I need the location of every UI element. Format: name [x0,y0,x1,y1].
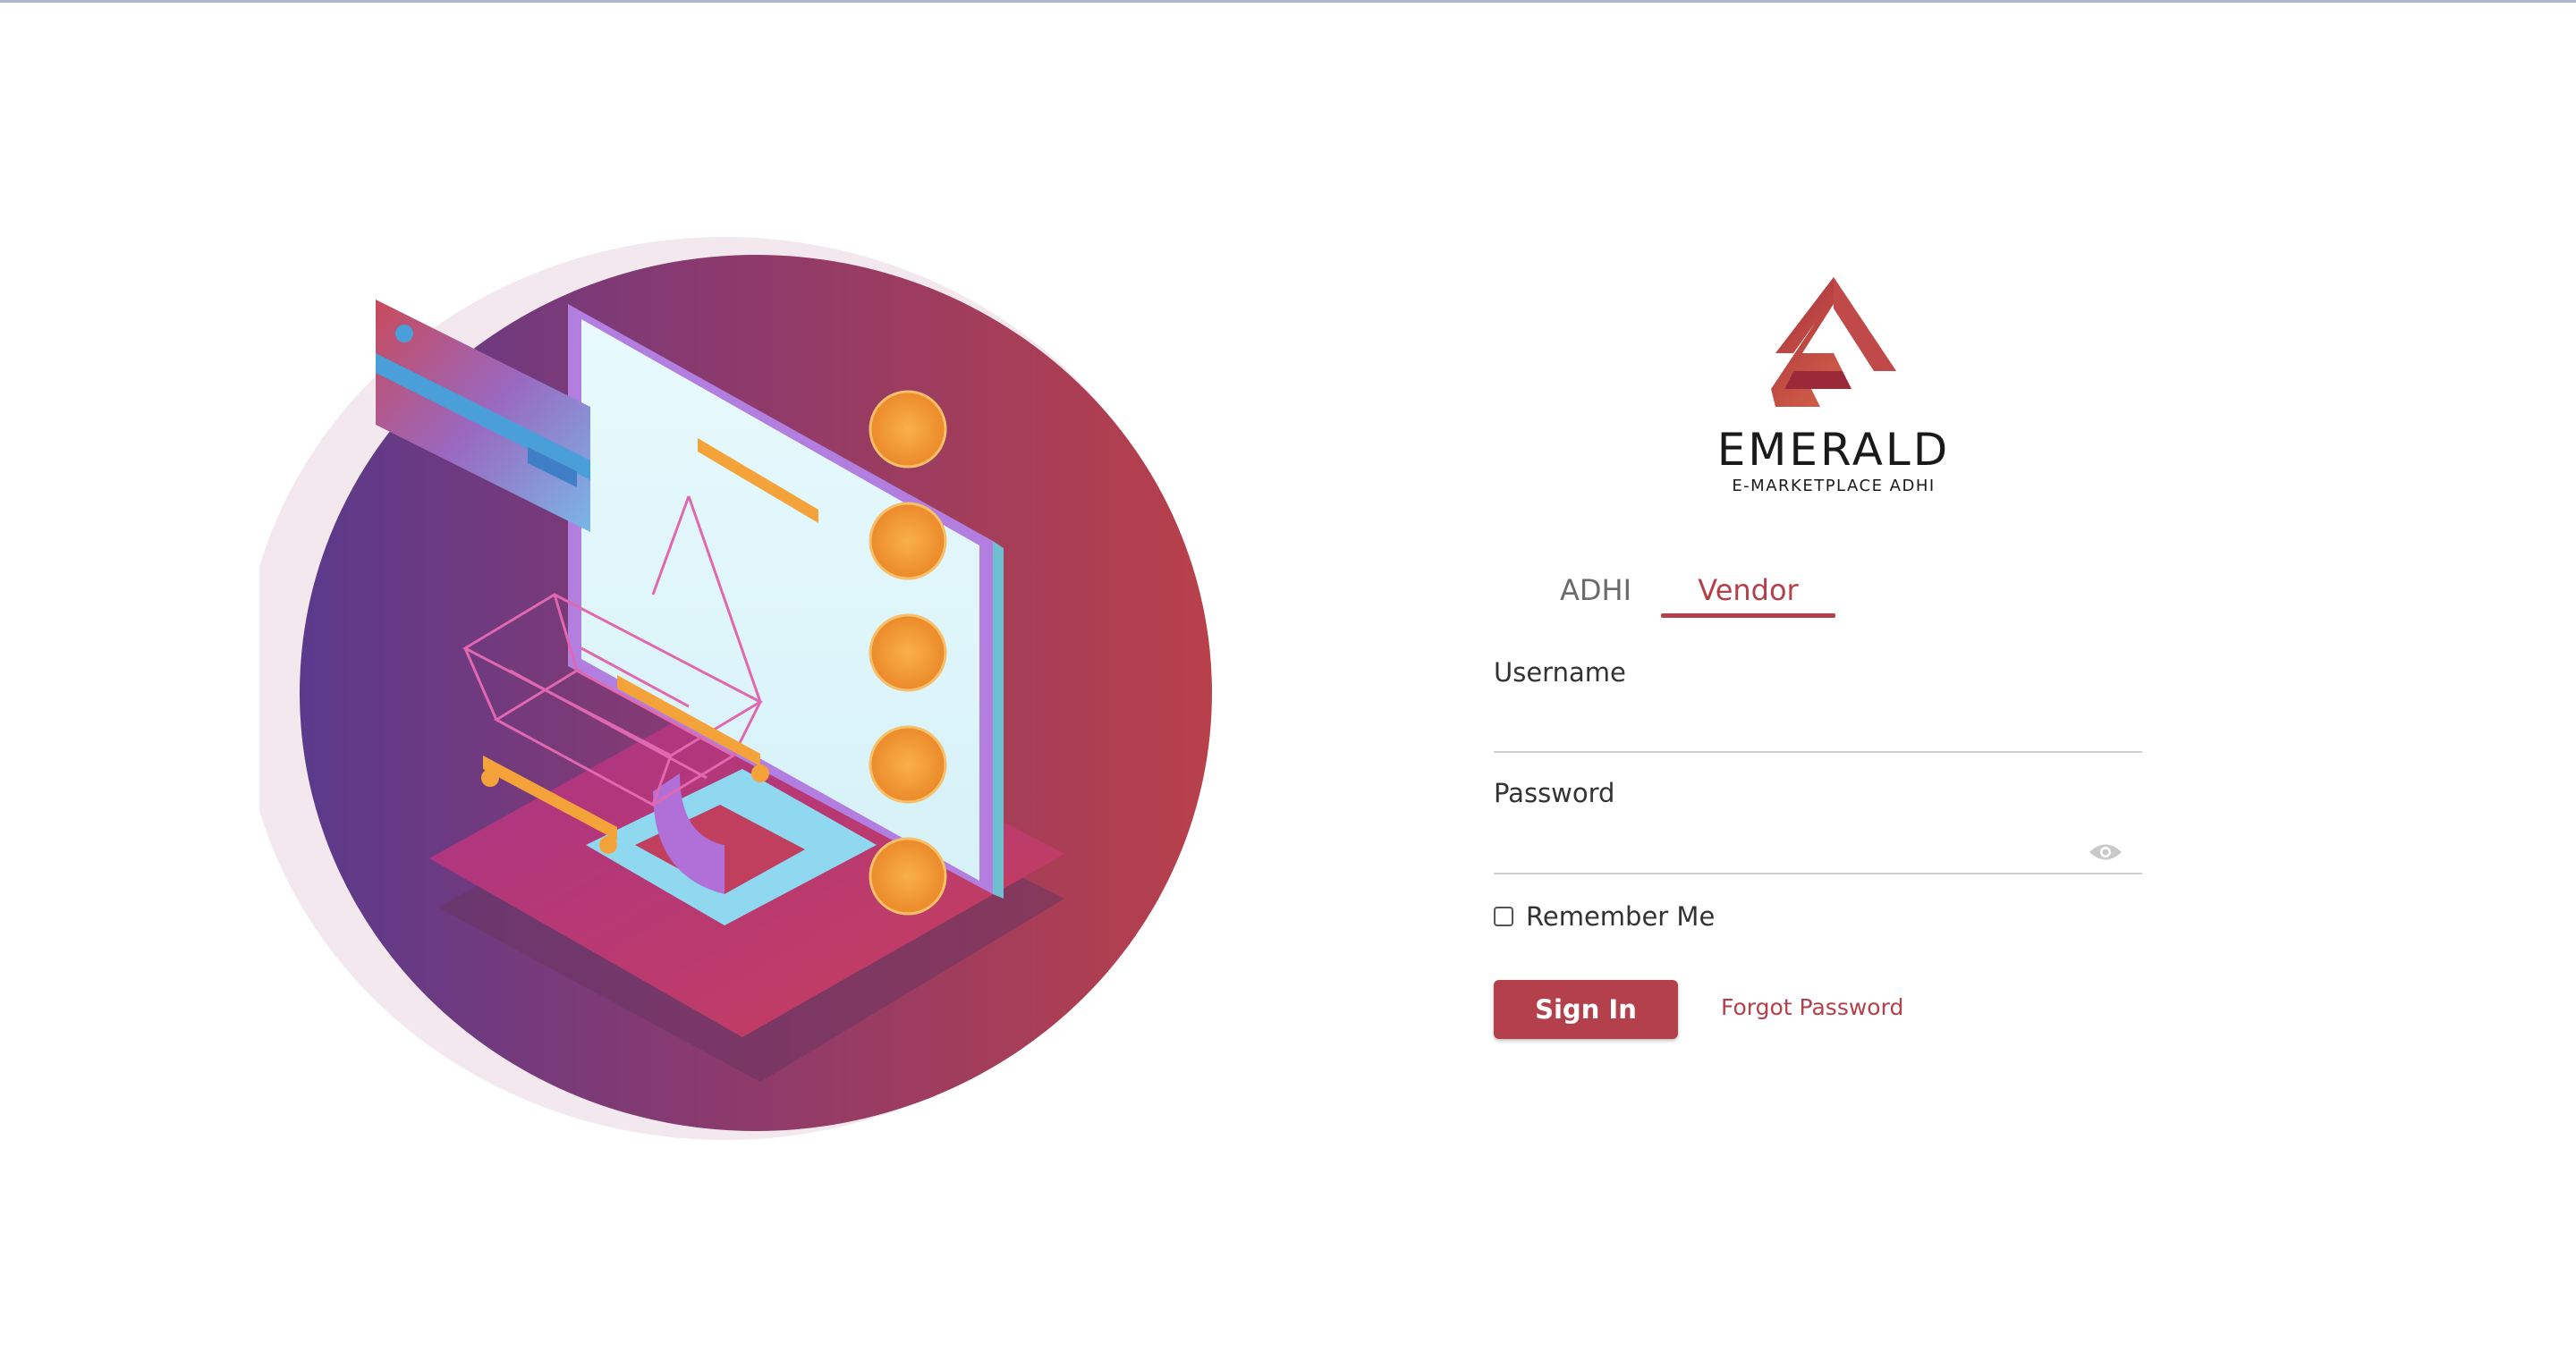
brand-logo: EMERALD E-MARKETPLACE ADHI [1699,277,1968,501]
remember-me-label: Remember Me [1526,901,1716,932]
sign-in-button[interactable]: Sign In [1494,980,1678,1039]
username-input[interactable] [1494,706,2142,753]
login-panel: EMERALD E-MARKETPLACE ADHI ADHI Vendor U… [1494,277,2142,1064]
forgot-password-link[interactable]: Forgot Password [1721,994,1903,1020]
brand-tagline: E-MARKETPLACE ADHI [1732,477,1936,495]
emerald-logo-icon [1771,277,1896,407]
password-label: Password [1494,778,1615,808]
shopping-cart-illustration [259,237,1212,1140]
remember-me: Remember Me [1494,899,1715,934]
brand-name: EMERALD [1716,424,1951,476]
username-label: Username [1494,657,1626,688]
hero-illustration [259,219,1261,1149]
window-top-border [0,0,2576,3]
tab-adhi[interactable]: ADHI [1530,554,1662,626]
eye-icon[interactable] [2088,840,2123,864]
password-input[interactable] [1494,828,2142,874]
login-tabs: ADHI Vendor [1494,554,2142,629]
remember-me-checkbox[interactable] [1494,907,1513,926]
login-page: EMERALD E-MARKETPLACE ADHI ADHI Vendor U… [0,0,2576,1368]
active-tab-indicator [1661,613,1835,618]
